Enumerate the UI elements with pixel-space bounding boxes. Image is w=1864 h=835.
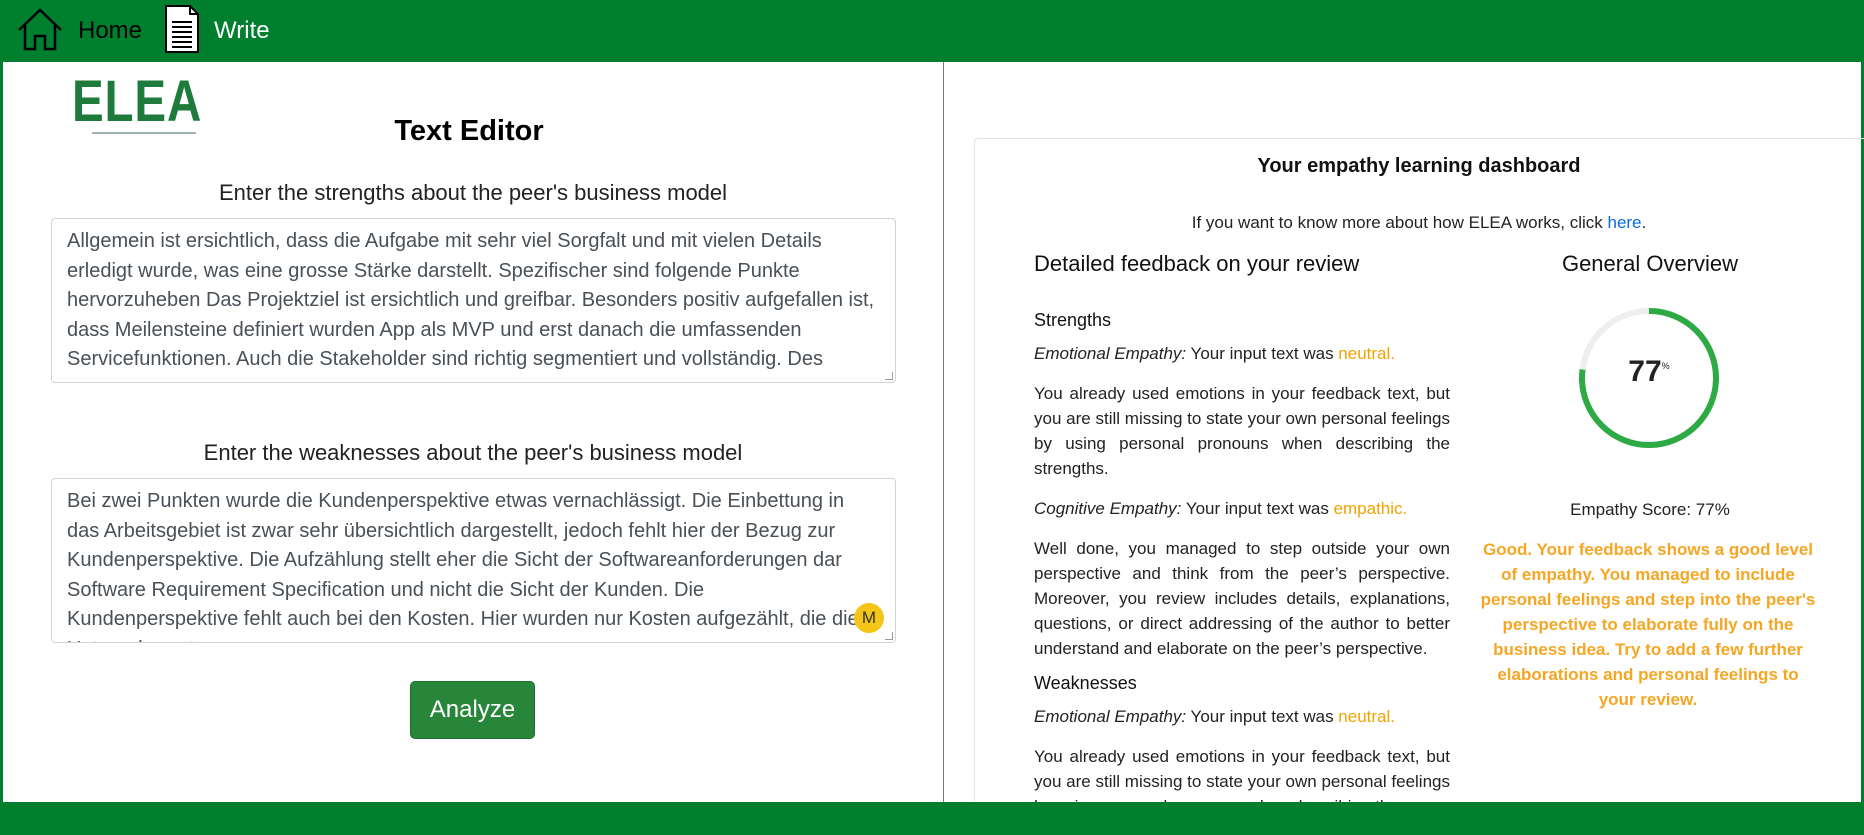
feedback-column: Strengths Emotional Empathy: Your input … (1034, 308, 1450, 834)
emotional-result: neutral. (1338, 707, 1395, 726)
dashboard-title: Your empathy learning dashboard (1257, 155, 1581, 177)
emotional-text: Your input text was (1186, 344, 1339, 363)
panel-divider (943, 62, 944, 802)
strengths-emotional-feedback: You already used emotions in your feedba… (1034, 384, 1450, 478)
strengths-textarea[interactable]: Allgemein ist ersichtlich, dass die Aufg… (51, 218, 896, 383)
weaknesses-text: Bei zwei Punkten wurde die Kundenperspek… (67, 490, 859, 642)
resize-handle[interactable] (885, 372, 893, 380)
strengths-heading: Strengths (1034, 310, 1112, 330)
overview-heading: General Overview (1561, 251, 1739, 276)
home-icon (16, 6, 64, 57)
gauge-value: 77% (1576, 355, 1722, 389)
overview-message: Good. Your feedback shows a good level o… (1480, 540, 1816, 709)
strengths-cognitive-line: Cognitive Empathy: Your input text was e… (1034, 496, 1450, 521)
emotional-label: Emotional Empathy: (1034, 344, 1187, 363)
nav-write[interactable]: Write (164, 0, 270, 62)
info-text: If you want to know more about how ELEA … (1191, 213, 1608, 232)
gauge-unit: % (1661, 361, 1670, 371)
strengths-cognitive-feedback: Well done, you managed to step outside y… (1034, 539, 1450, 658)
weaknesses-heading: Weaknesses (1034, 673, 1137, 693)
cognitive-label: Cognitive Empathy: (1034, 499, 1182, 518)
weaknesses-textarea[interactable]: Bei zwei Punkten wurde die Kundenperspek… (51, 478, 896, 643)
nav-home-label: Home (78, 17, 143, 44)
dashboard-info: If you want to know more about how ELEA … (974, 213, 1864, 233)
document-icon (164, 4, 200, 59)
feedback-heading: Detailed feedback on your review (1034, 251, 1360, 276)
nav-write-label: Write (214, 17, 270, 44)
emotional-label: Emotional Empathy: (1034, 707, 1187, 726)
empathy-score: Empathy Score: 77% (1570, 500, 1730, 519)
strengths-label: Enter the strengths about the peer's bus… (218, 180, 728, 205)
gauge-number: 77 (1628, 355, 1662, 388)
top-nav-bar: Home Write (0, 0, 1864, 62)
strengths-emotional-line: Emotional Empathy: Your input text was n… (1034, 341, 1450, 366)
frame-border-left (0, 62, 3, 802)
strengths-text: Allgemein ist ersichtlich, dass die Aufg… (67, 230, 875, 370)
page-title: Text Editor (394, 115, 544, 147)
info-suffix: . (1641, 213, 1647, 232)
analyze-button[interactable]: Analyze (410, 681, 535, 739)
bottom-bar (0, 802, 1864, 835)
nav-home[interactable]: Home (16, 0, 142, 62)
cognitive-result: empathic. (1333, 499, 1408, 518)
resize-handle[interactable] (885, 632, 893, 640)
cognitive-text: Your input text was (1181, 499, 1334, 518)
emotional-result: neutral. (1338, 344, 1395, 363)
cursor-indicator: M (854, 603, 884, 633)
info-link[interactable]: here (1607, 213, 1641, 232)
weaknesses-label: Enter the weaknesses about the peer's bu… (203, 440, 743, 465)
emotional-text: Your input text was (1186, 707, 1339, 726)
weaknesses-emotional-line: Emotional Empathy: Your input text was n… (1034, 704, 1450, 729)
